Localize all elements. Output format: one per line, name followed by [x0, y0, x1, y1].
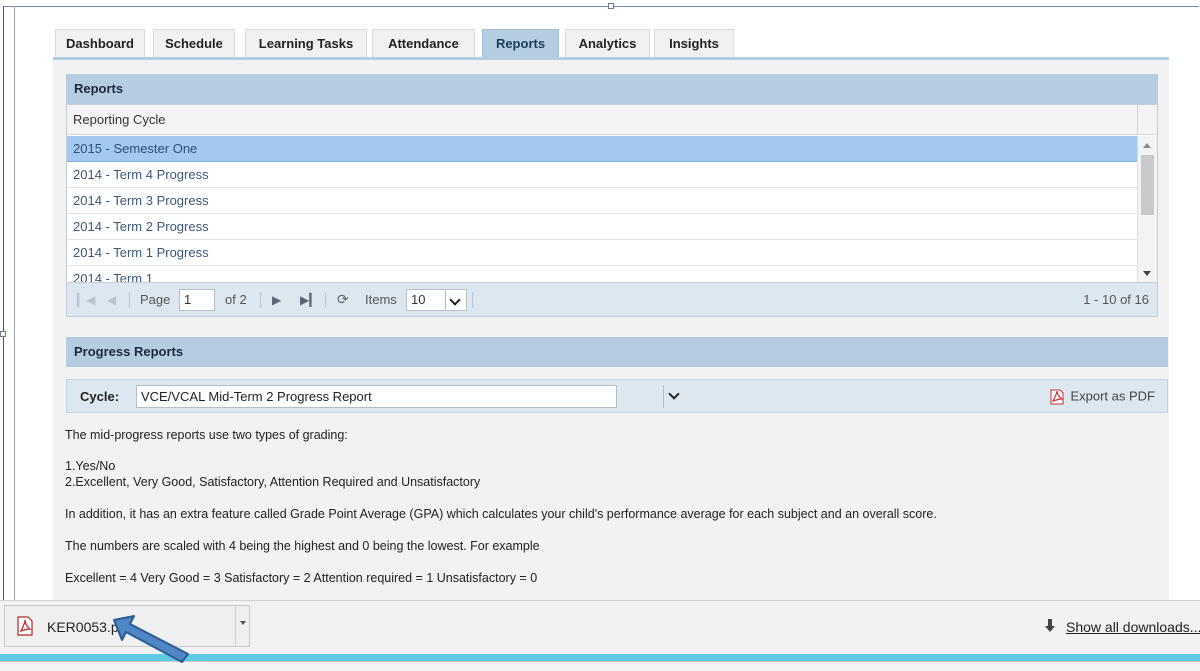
scroll-down-icon[interactable] — [1143, 271, 1151, 276]
pager-count: 1 - 10 of 16 — [1083, 292, 1149, 307]
last-page-icon[interactable]: ▶▎ — [300, 293, 318, 307]
page-of-label: of 2 — [225, 292, 247, 307]
description-text: 2.Excellent, Very Good, Satisfactory, At… — [65, 475, 481, 489]
tab-analytics[interactable]: Analytics — [565, 29, 650, 57]
scrollbar-thumb[interactable] — [1141, 155, 1154, 215]
table-row[interactable]: 2015 - Semester One — [67, 136, 1137, 162]
reports-header: Reports — [66, 74, 1158, 104]
reports-rows: 2015 - Semester One 2014 - Term 4 Progre… — [67, 136, 1137, 282]
pager-separator — [472, 292, 473, 308]
reports-grid: Reporting Cycle 2015 - Semester One 2014… — [66, 104, 1158, 317]
tab-learning-tasks[interactable]: Learning Tasks — [245, 29, 367, 57]
previous-page-icon[interactable]: ◀ — [107, 293, 116, 307]
pager-separator — [260, 292, 261, 308]
chevron-down-icon[interactable] — [663, 385, 686, 408]
pager-separator — [129, 292, 130, 308]
vertical-scrollbar[interactable] — [1137, 136, 1157, 282]
description-text: The mid-progress reports use two types o… — [65, 428, 348, 442]
cycle-label: Cycle: — [80, 389, 120, 404]
next-page-icon[interactable]: ▶ — [272, 293, 281, 307]
frame-divider — [14, 6, 15, 656]
description-text: The numbers are scaled with 4 being the … — [65, 539, 540, 553]
scroll-up-icon[interactable] — [1143, 143, 1151, 148]
pager: ▎◀ ◀ Page 1 of 2 ▶ ▶▎ ⟳ Items 10 1 - 10 … — [67, 282, 1157, 316]
first-page-icon[interactable]: ▎◀ — [77, 293, 95, 307]
chevron-down-icon[interactable] — [445, 289, 467, 311]
description-text: 1.Yes/No — [65, 459, 116, 473]
download-options-icon[interactable] — [235, 606, 251, 646]
tab-dashboard[interactable]: Dashboard — [55, 29, 145, 57]
table-row[interactable]: 2014 - Term 4 Progress — [67, 162, 1137, 188]
tab-reports[interactable]: Reports — [482, 29, 559, 57]
column-header-spacer — [1137, 105, 1157, 135]
table-row[interactable]: 2014 - Term 2 Progress — [67, 214, 1137, 240]
table-row[interactable]: 2014 - Term 1 — [67, 266, 1137, 282]
pointer-arrow-icon — [113, 615, 189, 663]
items-per-page-select[interactable]: 10 — [406, 289, 446, 311]
export-pdf-label: Export as PDF — [1070, 388, 1155, 404]
resize-handle-top[interactable] — [608, 3, 614, 9]
items-label: Items — [365, 292, 397, 307]
tab-attendance[interactable]: Attendance — [372, 29, 475, 57]
refresh-icon[interactable]: ⟳ — [337, 291, 349, 308]
download-arrow-icon — [1045, 619, 1055, 632]
export-pdf-button[interactable]: Export as PDF — [1048, 388, 1155, 406]
page-label: Page — [140, 292, 171, 307]
cycle-bar: Cycle: VCE/VCAL Mid-Term 2 Progress Repo… — [66, 379, 1168, 413]
table-row[interactable]: 2014 - Term 3 Progress — [67, 188, 1137, 214]
show-all-downloads-link[interactable]: Show all downloads... — [1066, 619, 1200, 635]
tab-insights[interactable]: Insights — [654, 29, 734, 57]
pdf-icon — [1050, 389, 1065, 405]
resize-handle-left[interactable] — [0, 331, 6, 337]
table-row[interactable]: 2014 - Term 1 Progress — [67, 240, 1137, 266]
cycle-select[interactable]: VCE/VCAL Mid-Term 2 Progress Report — [136, 385, 617, 408]
page-input[interactable]: 1 — [179, 289, 215, 311]
description-text: In addition, it has an extra feature cal… — [65, 507, 937, 521]
pager-separator — [325, 292, 326, 308]
download-file-name: KER0053.p — [47, 619, 119, 635]
column-header-reporting-cycle[interactable]: Reporting Cycle — [67, 105, 1137, 135]
description-text: Excellent = 4 Very Good = 3 Satisfactory… — [65, 571, 538, 585]
tab-schedule[interactable]: Schedule — [153, 29, 235, 57]
progress-reports-header: Progress Reports — [66, 337, 1168, 367]
pdf-file-icon — [17, 616, 33, 636]
